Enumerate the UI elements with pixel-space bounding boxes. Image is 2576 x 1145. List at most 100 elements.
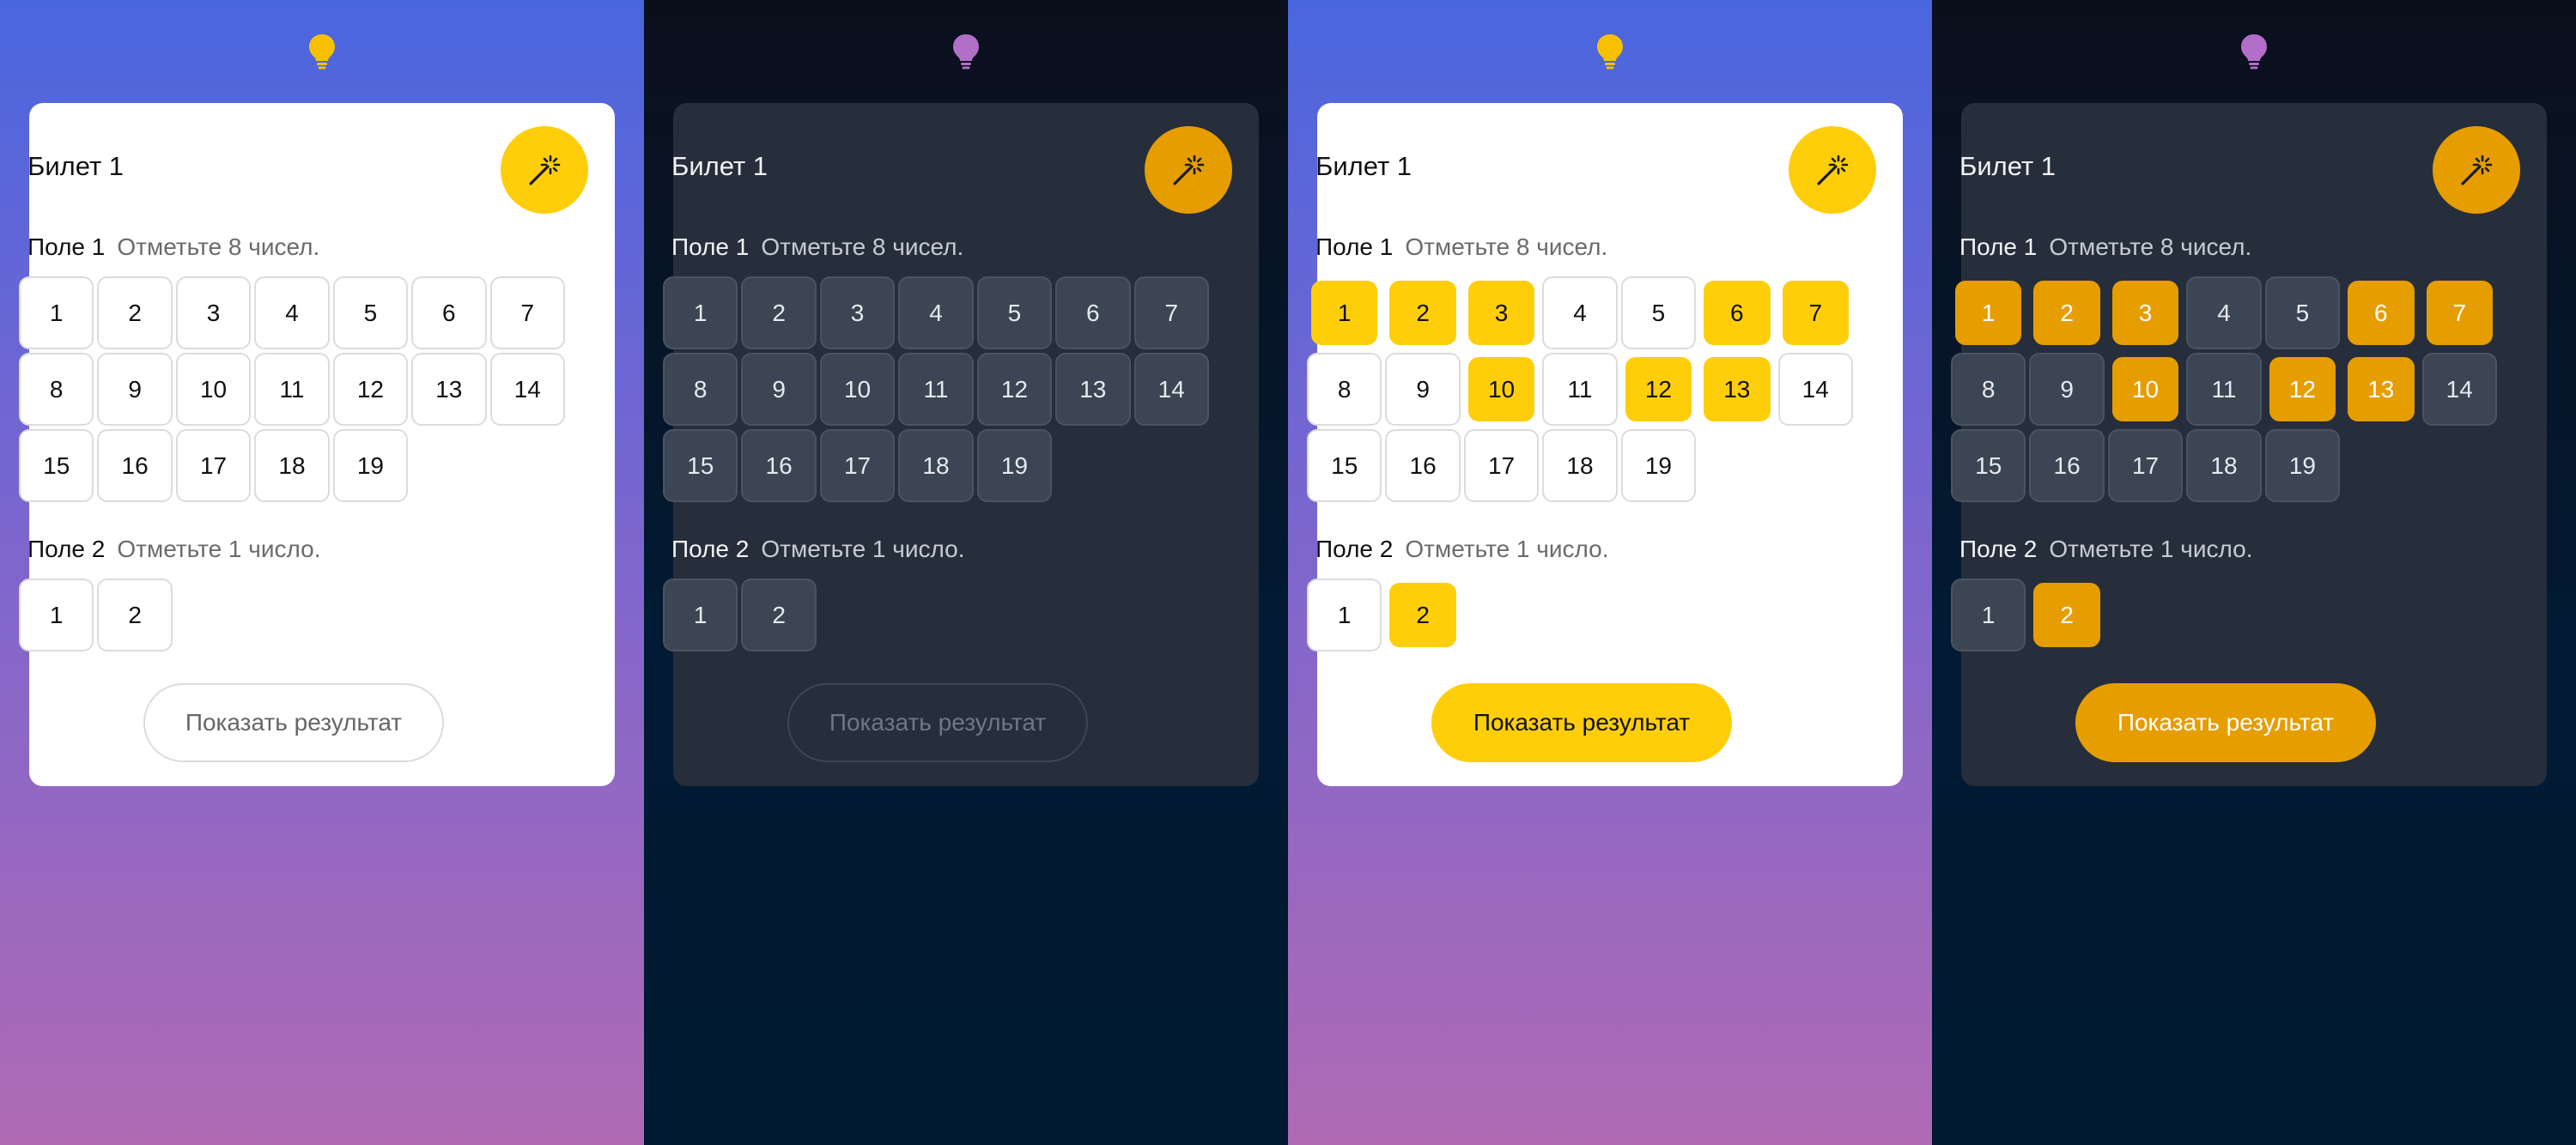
number-cell[interactable]: 15	[17, 427, 95, 504]
number-cell[interactable]: 12	[2263, 351, 2342, 427]
number-cell[interactable]: 13	[410, 351, 488, 427]
number-cell[interactable]: 17	[818, 427, 896, 504]
number-cell[interactable]: 15	[1305, 427, 1383, 504]
number-cell[interactable]: 13	[2342, 351, 2420, 427]
number-cell[interactable]: 18	[2184, 427, 2263, 504]
number-cell[interactable]: 18	[1540, 427, 1619, 504]
number-cell[interactable]: 2	[2027, 577, 2105, 653]
number-cell[interactable]: 16	[739, 427, 817, 504]
number-cell[interactable]: 6	[1054, 275, 1132, 351]
number-cell[interactable]: 4	[1540, 275, 1619, 351]
number-cell[interactable]: 14	[1133, 351, 1211, 427]
number-cell[interactable]: 1	[661, 577, 739, 653]
number-cell[interactable]: 19	[331, 427, 410, 504]
number-cell[interactable]: 13	[1698, 351, 1776, 427]
number-cell[interactable]: 9	[95, 351, 173, 427]
number-cell[interactable]: 6	[2342, 275, 2420, 351]
number-cell[interactable]: 19	[2263, 427, 2342, 504]
auto-fill-button[interactable]	[501, 126, 588, 214]
number-cell[interactable]: 12	[331, 351, 410, 427]
number-cell[interactable]: 16	[95, 427, 173, 504]
number-cell[interactable]: 2	[2027, 275, 2105, 351]
number-cell[interactable]: 12	[975, 351, 1054, 427]
number-cell[interactable]: 6	[410, 275, 488, 351]
number-cell[interactable]: 1	[1305, 275, 1383, 351]
number-cell[interactable]: 2	[1383, 577, 1461, 653]
number-cell[interactable]: 9	[2027, 351, 2105, 427]
number-cell[interactable]: 14	[1777, 351, 1855, 427]
number-cell[interactable]: 8	[17, 351, 95, 427]
number-cell[interactable]: 1	[1949, 577, 2027, 653]
number-cell[interactable]: 8	[661, 351, 739, 427]
number-cell[interactable]: 10	[174, 351, 252, 427]
number-cell[interactable]: 1	[1305, 577, 1383, 653]
lightbulb-icon[interactable]	[2239, 33, 2269, 70]
auto-fill-button[interactable]	[1789, 126, 1876, 214]
number-cell[interactable]: 9	[1383, 351, 1461, 427]
number-cell[interactable]: 5	[1619, 275, 1698, 351]
number-cell[interactable]: 11	[2184, 351, 2263, 427]
number-cell[interactable]: 3	[174, 275, 252, 351]
number-cell[interactable]: 5	[975, 275, 1054, 351]
number-cell[interactable]: 10	[1462, 351, 1540, 427]
number-cell[interactable]: 7	[2421, 275, 2499, 351]
number-cell[interactable]: 16	[1383, 427, 1461, 504]
number-cell-label: 18	[922, 451, 950, 479]
number-cell[interactable]: 9	[739, 351, 817, 427]
show-result-button[interactable]: Показать результат	[2075, 683, 2376, 762]
number-cell[interactable]: 19	[1619, 427, 1698, 504]
number-cell[interactable]: 13	[1054, 351, 1132, 427]
number-cell-label: 11	[923, 375, 949, 403]
number-cell[interactable]: 8	[1305, 351, 1383, 427]
number-cell[interactable]: 3	[818, 275, 896, 351]
number-cell[interactable]: 15	[661, 427, 739, 504]
number-cell[interactable]: 1	[17, 275, 95, 351]
number-cell[interactable]: 5	[331, 275, 410, 351]
number-cell[interactable]: 4	[2184, 275, 2263, 351]
number-cell[interactable]: 5	[2263, 275, 2342, 351]
number-cell[interactable]: 4	[252, 275, 331, 351]
show-result-button[interactable]: Показать результат	[1431, 683, 1732, 762]
number-cell[interactable]: 11	[252, 351, 331, 427]
number-cell[interactable]: 10	[818, 351, 896, 427]
lightbulb-icon[interactable]	[951, 33, 981, 70]
number-cell[interactable]: 4	[896, 275, 975, 351]
number-cell[interactable]: 6	[1698, 275, 1776, 351]
field-1-label: Поле 1 Отметьте 8 чисел.	[27, 233, 319, 261]
number-cell[interactable]: 2	[739, 577, 817, 653]
number-cell-label: 16	[765, 451, 793, 479]
number-cell[interactable]: 16	[2027, 427, 2105, 504]
number-cell[interactable]: 8	[1949, 351, 2027, 427]
show-result-button[interactable]: Показать результат	[787, 683, 1088, 762]
number-cell[interactable]: 1	[1949, 275, 2027, 351]
number-cell[interactable]: 14	[489, 351, 567, 427]
number-cell[interactable]: 7	[1133, 275, 1211, 351]
lightbulb-icon[interactable]	[1595, 33, 1625, 70]
number-cell[interactable]: 14	[2421, 351, 2499, 427]
number-cell[interactable]: 2	[95, 275, 173, 351]
number-cell[interactable]: 15	[1949, 427, 2027, 504]
number-cell[interactable]: 11	[1540, 351, 1619, 427]
number-cell[interactable]: 2	[739, 275, 817, 351]
number-cell[interactable]: 1	[17, 577, 95, 653]
number-cell[interactable]: 7	[1777, 275, 1855, 351]
number-cell[interactable]: 17	[174, 427, 252, 504]
lightbulb-icon[interactable]	[307, 33, 337, 70]
number-cell[interactable]: 2	[1383, 275, 1461, 351]
auto-fill-button[interactable]	[1145, 126, 1232, 214]
show-result-button[interactable]: Показать результат	[143, 683, 444, 762]
number-cell[interactable]: 3	[1462, 275, 1540, 351]
number-cell[interactable]: 18	[252, 427, 331, 504]
number-cell[interactable]: 3	[2106, 275, 2184, 351]
number-cell[interactable]: 2	[95, 577, 173, 653]
number-cell[interactable]: 18	[896, 427, 975, 504]
number-cell[interactable]: 10	[2106, 351, 2184, 427]
number-cell[interactable]: 19	[975, 427, 1054, 504]
number-cell[interactable]: 12	[1619, 351, 1698, 427]
number-cell[interactable]: 7	[489, 275, 567, 351]
auto-fill-button[interactable]	[2433, 126, 2520, 214]
number-cell[interactable]: 1	[661, 275, 739, 351]
number-cell[interactable]: 17	[2106, 427, 2184, 504]
number-cell[interactable]: 17	[1462, 427, 1540, 504]
number-cell[interactable]: 11	[896, 351, 975, 427]
